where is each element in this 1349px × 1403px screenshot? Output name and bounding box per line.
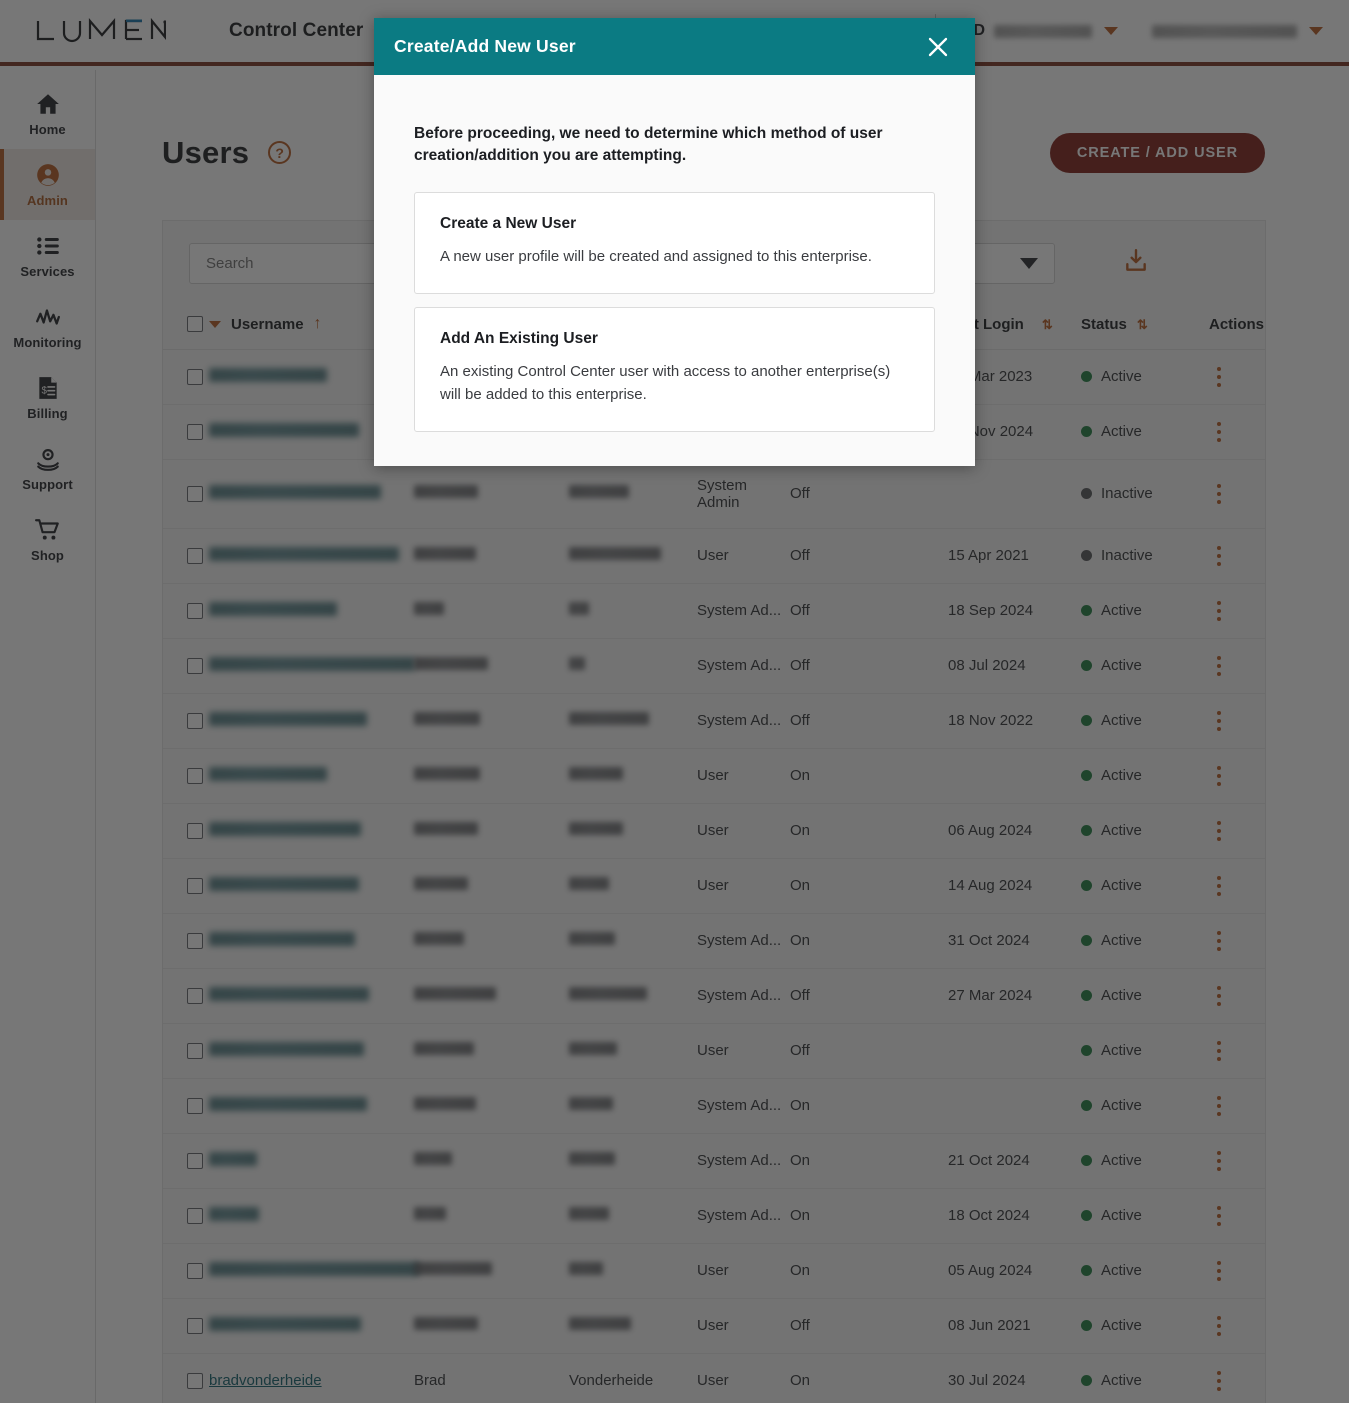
modal-body: Before proceeding, we need to determine …: [374, 75, 975, 466]
option-description: An existing Control Center user with acc…: [440, 363, 891, 403]
option-title: Create a New User: [440, 214, 577, 232]
modal-header: Create/Add New User: [374, 18, 975, 75]
option-title: Add An Existing User: [440, 330, 598, 347]
create-add-user-modal: Create/Add New User Before proceeding, w…: [374, 18, 975, 466]
modal-title: Create/Add New User: [394, 36, 576, 56]
close-button[interactable]: [923, 32, 953, 62]
close-icon: [928, 37, 948, 56]
option-create-new-user[interactable]: Create a New User A new user profile wil…: [414, 191, 935, 294]
option-add-existing-user[interactable]: Add An Existing User An existing Control…: [414, 307, 935, 432]
modal-lead-text: Before proceeding, we need to determine …: [414, 124, 883, 164]
option-description: A new user profile will be created and a…: [440, 247, 872, 265]
